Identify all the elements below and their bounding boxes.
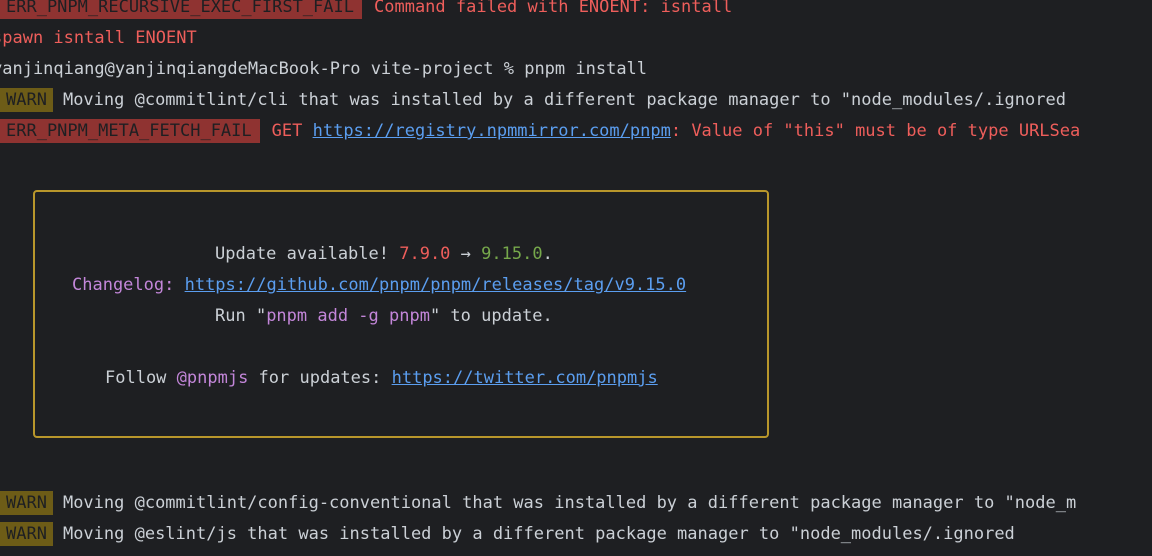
warn-badge: WARN xyxy=(0,88,53,112)
run-suffix: " to update. xyxy=(429,306,553,326)
registry-link[interactable]: https://registry.npmmirror.com/pnpm xyxy=(313,121,671,141)
period: . xyxy=(542,244,553,264)
changelog-label: Changelog: xyxy=(72,275,185,295)
spawn-error-line: spawn isntall ENOENT xyxy=(0,28,197,48)
terminal-output[interactable]: ERR_PNPM_RECURSIVE_EXEC_FIRST_FAIL Comman… xyxy=(0,0,1152,556)
follow-line: Follow @pnpmjs for updates: https://twit… xyxy=(105,366,658,390)
update-text: Update available! xyxy=(215,244,400,264)
error-message: Command failed with ENOENT: isntall xyxy=(374,0,733,17)
shell-prompt-line: yanjinqiang@yanjinqiangdeMacBook-Pro vit… xyxy=(0,59,648,79)
partial-next-line xyxy=(0,550,22,556)
error-badge: ERR_PNPM_META_FETCH_FAIL xyxy=(0,119,260,143)
warn-line-eslint-js: WARN Moving @eslint/js that was installed… xyxy=(0,522,1015,546)
run-prefix: Run " xyxy=(215,306,267,326)
follow-prefix: Follow xyxy=(105,368,177,388)
http-method: GET xyxy=(271,121,303,141)
twitter-link[interactable]: https://twitter.com/pnpmjs xyxy=(392,368,658,388)
arrow-icon: → xyxy=(450,244,482,264)
new-version: 9.15.0 xyxy=(481,244,543,264)
follow-mid: for updates: xyxy=(248,368,392,388)
warn-message: Moving @commitlint/cli that was installe… xyxy=(62,90,1066,110)
warn-line-commitlint-cli: WARN Moving @commitlint/cli that was inst… xyxy=(0,88,1066,112)
warn-message: Moving @eslint/js that was installed by … xyxy=(62,524,1015,544)
old-version: 7.9.0 xyxy=(399,244,451,264)
warn-badge: WARN xyxy=(0,522,53,546)
twitter-handle: @pnpmjs xyxy=(176,368,249,388)
error-line-meta-fetch: ERR_PNPM_META_FETCH_FAIL GET https://regi… xyxy=(0,119,1080,143)
warn-badge: WARN xyxy=(0,491,53,515)
warn-message: Moving @commitlint/config-conventional t… xyxy=(62,493,1077,513)
run-command-line: Run "pnpm add -g pnpm" to update. xyxy=(215,304,553,328)
changelog-line: Changelog: https://github.com/pnpm/pnpm/… xyxy=(72,273,686,297)
update-available-line: Update available! 7.9.0 → 9.15.0. xyxy=(215,242,553,266)
changelog-link[interactable]: https://github.com/pnpm/pnpm/releases/ta… xyxy=(185,275,687,295)
error-line-recursive: ERR_PNPM_RECURSIVE_EXEC_FIRST_FAIL Comman… xyxy=(0,0,732,19)
run-command: pnpm add -g pnpm xyxy=(266,306,430,326)
error-badge: ERR_PNPM_RECURSIVE_EXEC_FIRST_FAIL xyxy=(0,0,362,19)
update-notice-box: Update available! 7.9.0 → 9.15.0. Change… xyxy=(33,190,769,438)
error-message: : Value of "this" must be of type URLSea xyxy=(670,121,1081,141)
warn-line-config-conventional: WARN Moving @commitlint/config-convention… xyxy=(0,491,1076,515)
